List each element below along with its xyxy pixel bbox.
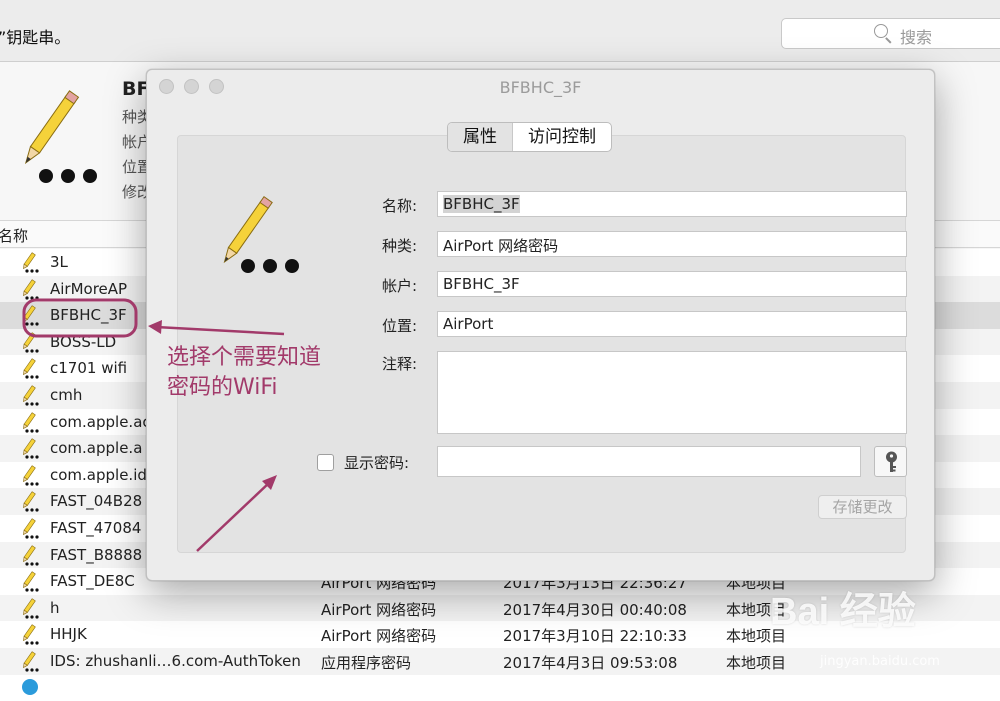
password-item-icon: [18, 252, 42, 278]
kind-field[interactable]: AirPort 网络密码: [437, 231, 907, 257]
window-titlebar[interactable]: BFBHC_3F: [147, 70, 934, 104]
location-value: AirPort: [443, 315, 493, 333]
password-field[interactable]: [437, 446, 861, 477]
tab-access-control[interactable]: 访问控制: [513, 123, 611, 151]
password-item-icon: [8, 82, 103, 192]
search-placeholder: 搜索: [900, 24, 932, 48]
item-name: h: [50, 599, 60, 617]
password-item-icon: [18, 491, 42, 517]
item-name: BFBHC_3F: [50, 306, 127, 324]
password-item-icon: [18, 518, 42, 544]
password-item-icon: [18, 651, 42, 677]
item-kind: AirPort 网络密码: [321, 599, 436, 620]
key-icon: [875, 447, 908, 478]
item-name: AirMoreAP: [50, 280, 127, 298]
password-item-icon: [18, 412, 42, 438]
password-item-icon: [18, 332, 42, 358]
item-name: FAST_DE8C: [50, 572, 135, 590]
name-field[interactable]: BFBHC_3F: [437, 191, 907, 217]
password-item-icon: [18, 438, 42, 464]
password-item-icon: [208, 196, 303, 286]
item-date: 2017年4月30日 00:40:08: [503, 599, 687, 620]
column-header-label: 名称: [0, 225, 28, 246]
item-name: com.apple.a: [50, 439, 142, 457]
password-item-icon: [18, 545, 42, 571]
keychain-toolbar: ”钥匙串。 搜索: [0, 0, 1000, 62]
item-name: com.apple.id: [50, 466, 147, 484]
item-name: BOSS-LD: [50, 333, 116, 351]
item-date: 2017年3月10日 22:10:33: [503, 625, 687, 646]
item-name: HHJK: [50, 625, 87, 643]
password-item-icon: [18, 598, 42, 624]
show-password-checkbox[interactable]: [317, 454, 334, 471]
password-item-icon: [18, 358, 42, 384]
annotation-text: 选择个需要知道 密码的WiFi: [167, 343, 367, 403]
item-name: cmh: [50, 386, 82, 404]
annotation-line-2: 密码的WiFi: [167, 373, 367, 403]
item-name: 3L: [50, 253, 68, 271]
account-field[interactable]: BFBHC_3F: [437, 271, 907, 297]
password-item-icon: [18, 465, 42, 491]
item-name: FAST_47084: [50, 519, 141, 537]
item-location: 本地项目: [726, 652, 786, 673]
kind-value: AirPort 网络密码: [443, 237, 558, 255]
password-item-icon: [18, 571, 42, 597]
search-input[interactable]: 搜索: [781, 18, 1000, 49]
item-date: 2017年4月3日 09:53:08: [503, 652, 677, 673]
password-item-icon: [18, 305, 42, 331]
annotation-line-1: 选择个需要知道: [167, 343, 367, 373]
search-icon: [874, 24, 888, 38]
list-item[interactable]: [0, 675, 1000, 701]
kind-label: 种类:: [357, 235, 417, 256]
item-name: c1701 wifi: [50, 359, 127, 377]
save-changes-button[interactable]: 存储更改: [818, 495, 907, 519]
location-label: 位置:: [357, 315, 417, 336]
comment-textarea[interactable]: [437, 351, 907, 434]
key-button[interactable]: [874, 446, 907, 477]
tab-attributes[interactable]: 属性: [448, 123, 513, 151]
item-info-window: BFBHC_3F 属性 访问控制 名称: BFBHC_3F 种类: AirPor…: [146, 69, 935, 581]
password-item-icon: [18, 624, 42, 650]
segmented-tabs: 属性 访问控制: [447, 122, 612, 152]
account-label: 帐户:: [357, 275, 417, 296]
item-kind: AirPort 网络密码: [321, 625, 436, 646]
name-value: BFBHC_3F: [443, 195, 520, 213]
show-password-label: 显示密码:: [344, 452, 409, 473]
location-field[interactable]: AirPort: [437, 311, 907, 337]
item-name: com.apple.ac: [50, 413, 151, 431]
app-icon: [22, 679, 38, 695]
item-name: FAST_04B28: [50, 492, 142, 510]
item-kind: 应用程序密码: [321, 652, 411, 673]
toolbar-hint-text: ”钥匙串。: [0, 24, 70, 48]
baidu-watermark-logo: Bai 经验: [770, 580, 916, 635]
password-item-icon: [18, 279, 42, 305]
item-name: IDS: zhushanli…6.com-AuthToken: [50, 652, 301, 670]
name-label: 名称:: [357, 195, 417, 216]
item-name: FAST_B8888: [50, 546, 142, 564]
baidu-watermark-url: jingyan.baidu.com: [820, 654, 940, 669]
password-item-icon: [18, 385, 42, 411]
window-title: BFBHC_3F: [147, 78, 934, 97]
account-value: BFBHC_3F: [443, 275, 520, 293]
